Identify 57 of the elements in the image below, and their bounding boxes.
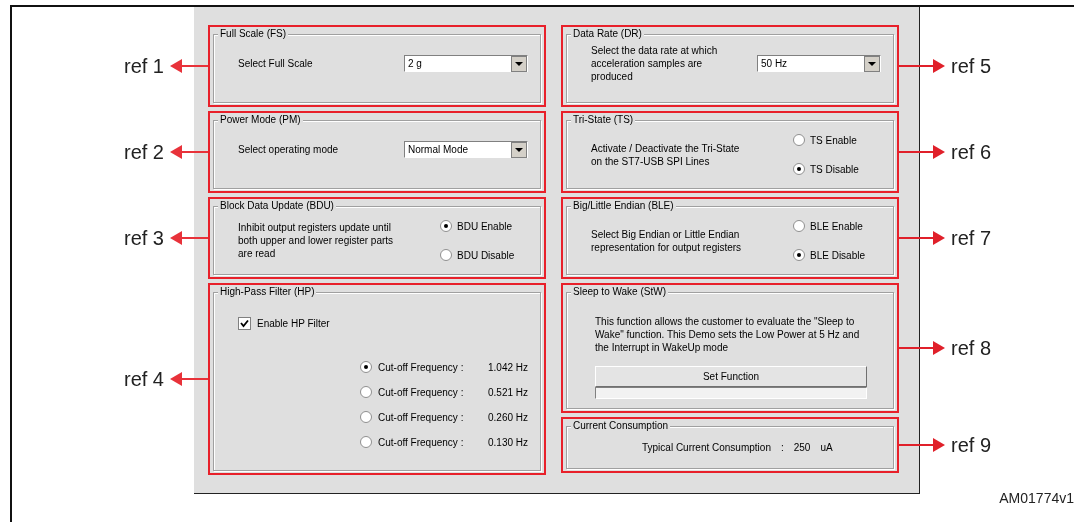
separator-text: : [780,442,784,453]
readout-label: Typical Current Consumption [642,442,771,453]
callout-label: ref 9 [951,433,992,457]
current-value: 250 [793,442,811,453]
callout-label: ref 4 [123,367,164,391]
field-label: Select Full Scale [238,57,313,70]
radio-label: Cut-off Frequency : [378,361,465,373]
callout-label: ref 3 [123,226,164,250]
field-label: Select the data rate at which acceleration samples are produced [591,44,719,83]
unit-text: uA [820,442,833,453]
group-title: Tri-State (TS) [571,113,636,126]
group-title: Full Scale (FS) [218,27,289,40]
callout-label: ref 1 [123,54,164,78]
group-title: Block Data Update (BDU) [218,199,336,212]
callout-arrow [170,231,208,245]
description-text: Select Big Endian or Little Endian representation for output registers [591,227,743,254]
callout-label: ref 2 [123,140,164,164]
dropdown[interactable]: 50 Hz [757,55,881,72]
dropdown[interactable]: Normal Mode [404,141,528,158]
group-title: Current Consumption [571,419,671,432]
dropdown[interactable]: 2 g [404,55,528,72]
group-title: Sleep to Wake (StW) [571,285,668,298]
radio-label: BLE Disable [810,249,866,261]
checkbox-label: Enable HP Filter [257,318,330,329]
radio-label: BDU Disable [457,249,515,261]
checkbox[interactable] [238,317,251,330]
frequency-value: 1.042 Hz [488,361,529,373]
radio-label: Cut-off Frequency : [378,386,465,398]
frequency-value: 0.260 Hz [488,411,529,423]
frequency-value: 0.130 Hz [488,436,529,448]
set-function-button[interactable]: Set Function [595,366,867,387]
caret-icon [864,55,880,72]
callout-arrow [170,145,208,159]
radio-label: TS Enable [810,134,857,146]
field-label: Select operating mode [238,143,339,156]
group-title: Power Mode (PM) [218,113,303,126]
caret-icon [511,55,527,72]
callout-label: ref 7 [951,226,992,250]
radio-label: BDU Enable [457,220,513,232]
caret-icon [511,141,527,158]
radio-label: Cut-off Frequency : [378,411,465,423]
callout-arrow [170,59,208,73]
group-title: Data Rate (DR) [571,27,644,40]
description-text: Inhibit output registers update until both upper and lower register parts are read [238,221,395,260]
callout-arrow [170,372,208,386]
frequency-value: 0.521 Hz [488,386,529,398]
group-title: High-Pass Filter (HP) [218,285,317,298]
callout-label: ref 8 [951,336,992,360]
description-text: Activate / Deactivate the Tri-State on the ST7-USB SPI Lines [591,141,741,168]
callout-label: ref 5 [951,54,992,78]
group-title: Big/Little Endian (BLE) [571,199,676,212]
radio-label: Cut-off Frequency : [378,436,465,448]
callout-label: ref 6 [951,140,992,164]
radio-label: TS Disable [810,163,859,175]
description-text: This function allows the customer to evaluate the "Sleep to Wake" function. This Demo sets the Low Power at 5 Hz and the Interrupt in WakeUp mode [595,315,861,354]
radio-label: BLE Enable [810,220,863,232]
figure-id: AM01774v1 [999,490,1074,506]
